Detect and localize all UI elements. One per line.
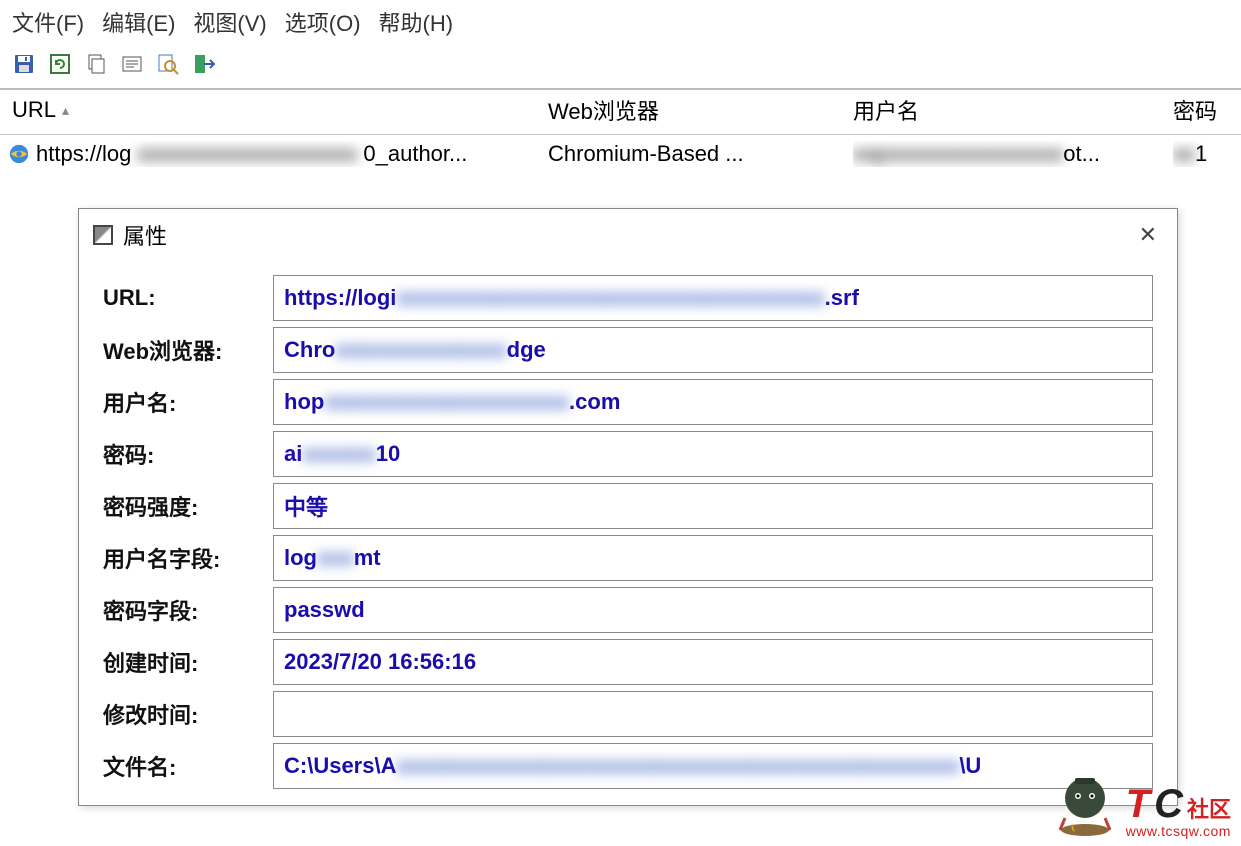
dialog-body: URL: https://logixxxxxxxxxxxxxxxxxxxxxxx… <box>79 261 1177 805</box>
menu-options[interactable]: 选项(O) <box>285 6 361 38</box>
field-strength[interactable]: 中等 <box>273 483 1153 529</box>
column-password[interactable]: 密码 <box>1173 94 1241 126</box>
cell-url: https://logxxxxxxxxxxxxxxxxxxxx0_author.… <box>0 141 548 167</box>
table-row[interactable]: https://logxxxxxxxxxxxxxxxxxxxx0_author.… <box>0 135 1241 173</box>
watermark-url: www.tcsqw.com <box>1126 824 1231 838</box>
menu-edit[interactable]: 编辑(E) <box>102 6 175 38</box>
close-icon[interactable]: ✕ <box>1133 222 1163 248</box>
menu-help[interactable]: 帮助(H) <box>379 6 454 38</box>
label-user: 用户名: <box>103 386 273 418</box>
dialog-icon <box>93 225 113 245</box>
find-icon[interactable] <box>154 50 182 78</box>
copy-icon[interactable] <box>82 50 110 78</box>
label-url: URL: <box>103 285 273 311</box>
cell-password: xx1 <box>1173 141 1241 167</box>
dialog-titlebar[interactable]: 属性 ✕ <box>79 209 1177 261</box>
properties-dialog: 属性 ✕ URL: https://logixxxxxxxxxxxxxxxxxx… <box>78 208 1178 806</box>
save-icon[interactable] <box>10 50 38 78</box>
exit-icon[interactable] <box>190 50 218 78</box>
field-created[interactable]: 2023/7/20 16:56:16 <box>273 639 1153 685</box>
label-browser: Web浏览器: <box>103 334 273 366</box>
field-userfield[interactable]: logxxxmt <box>273 535 1153 581</box>
browser-icon <box>8 143 30 165</box>
column-browser[interactable]: Web浏览器 <box>548 94 853 126</box>
menu-bar: 文件(F) 编辑(E) 视图(V) 选项(O) 帮助(H) <box>0 0 1241 44</box>
sort-asc-icon: ▴ <box>62 102 69 119</box>
column-user[interactable]: 用户名 <box>853 94 1173 126</box>
label-modified: 修改时间: <box>103 698 273 730</box>
cell-browser: Chromium-Based ... <box>548 141 853 167</box>
label-filename: 文件名: <box>103 750 273 782</box>
field-filename[interactable]: C:\Users\Axxxxxxxxxxxxxxxxxxxxxxxxxxxxxx… <box>273 743 1153 789</box>
field-url[interactable]: https://logixxxxxxxxxxxxxxxxxxxxxxxxxxxx… <box>273 275 1153 321</box>
label-password: 密码: <box>103 438 273 470</box>
field-password[interactable]: aixxxxxx10 <box>273 431 1153 477</box>
label-created: 创建时间: <box>103 646 273 678</box>
watermark-cn: 社区 <box>1187 799 1231 821</box>
properties-icon[interactable] <box>118 50 146 78</box>
field-browser[interactable]: Chroxxxxxxxxxxxxxxdge <box>273 327 1153 373</box>
field-passfield[interactable]: passwd <box>273 587 1153 633</box>
label-passfield: 密码字段: <box>103 594 273 626</box>
label-strength: 密码强度: <box>103 490 273 522</box>
menu-view[interactable]: 视图(V) <box>193 6 266 38</box>
dialog-title: 属性 <box>123 219 1133 251</box>
field-user[interactable]: hopxxxxxxxxxxxxxxxxxxxx.com <box>273 379 1153 425</box>
cell-user: xxpxxxxxxxxxxxxxxxxot... <box>853 141 1173 167</box>
toolbar <box>0 44 1241 90</box>
label-userfield: 用户名字段: <box>103 542 273 574</box>
menu-file[interactable]: 文件(F) <box>12 6 84 38</box>
column-url[interactable]: URL ▴ <box>0 94 548 126</box>
table-header: URL ▴ Web浏览器 用户名 密码 <box>0 90 1241 135</box>
field-modified[interactable] <box>273 691 1153 737</box>
refresh-icon[interactable] <box>46 50 74 78</box>
